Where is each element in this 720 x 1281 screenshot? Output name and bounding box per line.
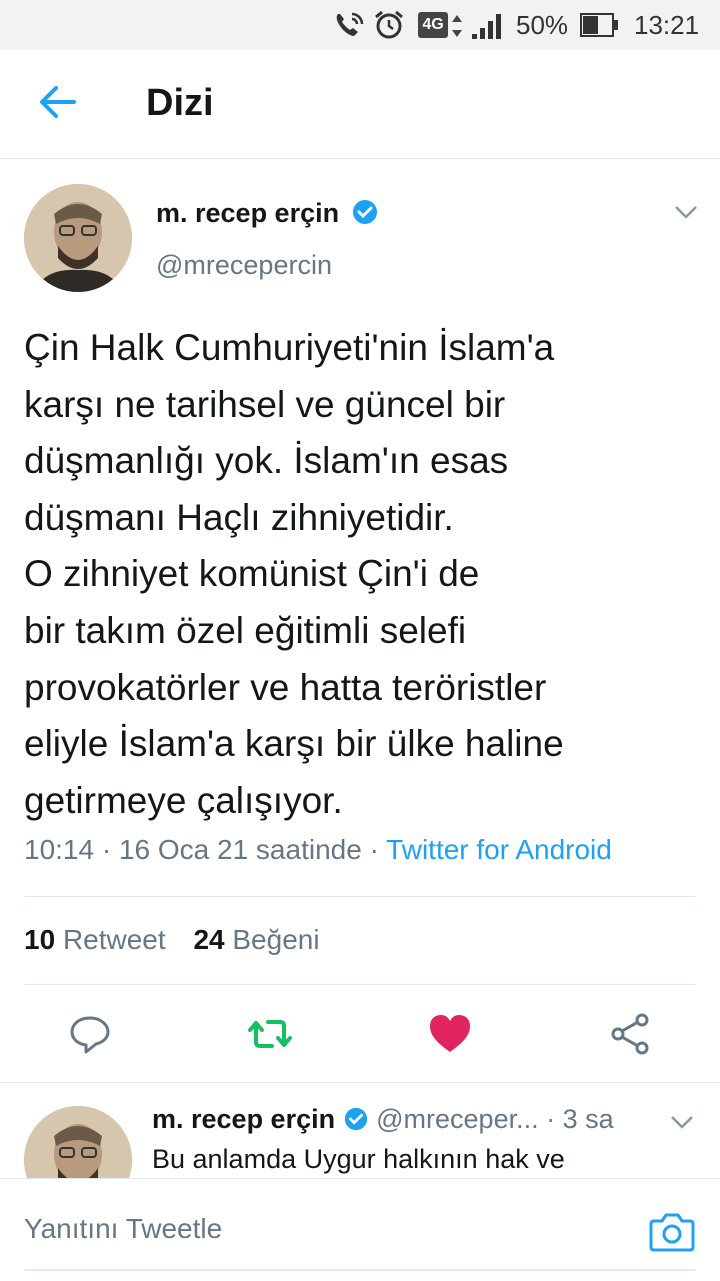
avatar-image xyxy=(24,184,132,292)
share-icon[interactable] xyxy=(606,1010,654,1058)
wifi-call-icon xyxy=(336,12,364,36)
like-count: 24 xyxy=(193,924,225,955)
tweet-source-link[interactable]: Twitter for Android xyxy=(386,834,612,865)
reply-author-name: m. recep erçin xyxy=(152,1104,336,1134)
like-label: Beğeni xyxy=(232,924,320,955)
tweet-meta: 10:14 · 16 Oca 21 saatinde · Twitter for… xyxy=(24,834,612,866)
reply-header[interactable]: m. recep erçin @mreceper... · 3 sa xyxy=(152,1104,614,1135)
chevron-down-icon[interactable] xyxy=(672,202,700,222)
reply-handle: @mreceper... xyxy=(376,1104,539,1134)
retweet-count: 10 xyxy=(24,924,56,955)
network-badge: 4G xyxy=(418,12,448,38)
page-title: Dizi xyxy=(146,82,214,124)
input-underline xyxy=(24,1269,696,1271)
chevron-down-icon[interactable] xyxy=(668,1112,696,1132)
divider xyxy=(24,984,696,985)
back-arrow-icon[interactable] xyxy=(36,80,80,124)
author-handle[interactable]: @mrecepercin xyxy=(156,250,332,281)
alarm-icon xyxy=(375,10,403,39)
clock: 13:21 xyxy=(634,10,700,40)
reply-icon[interactable] xyxy=(66,1010,114,1058)
retweet-stat[interactable]: 10 Retweet xyxy=(24,924,166,955)
top-app-bar: Dizi xyxy=(0,50,720,159)
like-stat[interactable]: 24 Beğeni xyxy=(193,924,319,955)
author-name-text: m. recep erçin xyxy=(156,198,340,228)
battery-icon xyxy=(580,13,618,37)
tweet-text: Çin Halk Cumhuriyeti'nin İslam'a karşı n… xyxy=(24,327,564,821)
reply-age: · 3 sa xyxy=(546,1104,614,1134)
divider xyxy=(0,1082,720,1083)
tweet-stats: 10 Retweet 24 Beğeni xyxy=(24,924,320,956)
data-arrows-icon xyxy=(452,15,462,37)
retweet-icon[interactable] xyxy=(246,1010,294,1058)
camera-icon[interactable] xyxy=(648,1209,696,1253)
verified-badge-icon xyxy=(352,200,377,224)
signal-icon xyxy=(472,14,501,39)
divider xyxy=(24,896,696,897)
reply-text: Bu anlamda Uygur halkının hak ve xyxy=(152,1144,565,1174)
battery-percent: 50% xyxy=(516,10,569,40)
verified-badge-icon xyxy=(344,1107,367,1131)
reply-input[interactable]: Yanıtını Tweetle xyxy=(24,1213,222,1245)
avatar[interactable] xyxy=(24,184,132,292)
author-name[interactable]: m. recep erçin xyxy=(156,198,379,229)
tweet-timestamp: 10:14 · 16 Oca 21 saatinde · xyxy=(24,834,387,865)
heart-icon[interactable] xyxy=(426,1010,474,1058)
status-bar: 4G 50% 13:21 xyxy=(0,0,720,50)
reply-compose-bar: Yanıtını Tweetle xyxy=(0,1178,720,1281)
retweet-label: Retweet xyxy=(62,924,166,955)
